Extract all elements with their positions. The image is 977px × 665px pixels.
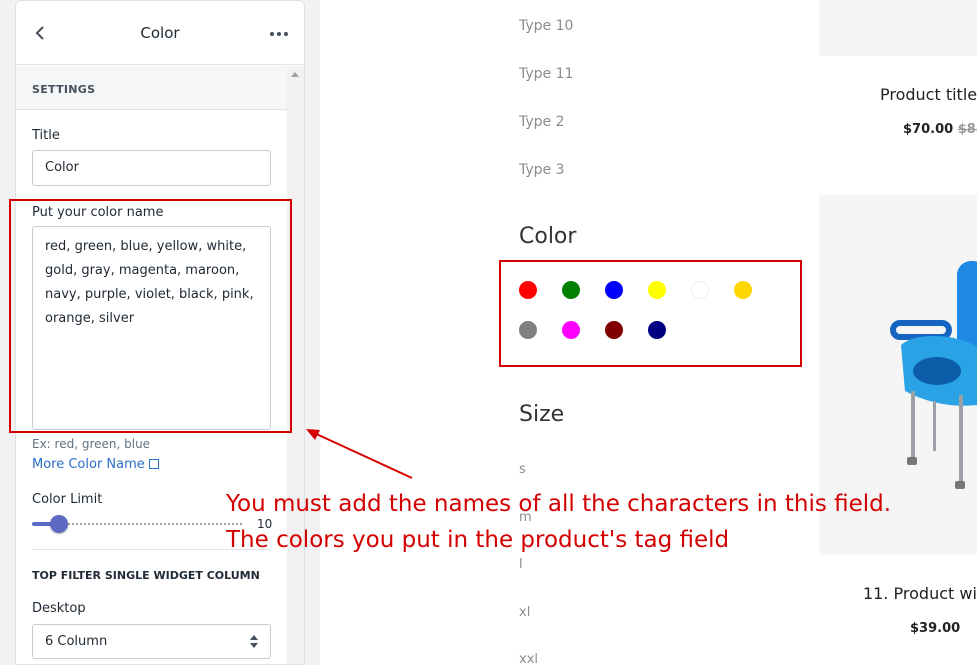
filter-size-item[interactable]: xxl: [519, 652, 538, 665]
external-link-icon: [148, 459, 159, 469]
section-title: SETTINGS: [32, 83, 96, 96]
annotation-arrow-icon: [306, 429, 413, 479]
color-name-hint: Ex: red, green, blue: [32, 437, 151, 451]
filter-size-item[interactable]: xl: [519, 605, 530, 620]
desktop-column-value: 6 Column: [45, 634, 108, 649]
product-price: $70.00 $85: [903, 122, 977, 137]
more-options-icon[interactable]: [270, 23, 290, 43]
panel-title: Color: [140, 24, 180, 42]
filter-type-item[interactable]: Type 10: [519, 18, 573, 34]
more-color-name-text: More Color Name: [32, 457, 145, 472]
filter-size-item[interactable]: l: [519, 557, 523, 572]
screen: Color SETTINGS Title Color Put your colo…: [0, 0, 977, 665]
color-limit-thumb[interactable]: [50, 515, 68, 533]
color-limit-label: Color Limit: [32, 492, 103, 507]
annotation-box-swatches: [499, 260, 802, 367]
annotation-box-color-field: [9, 199, 292, 433]
more-color-name-link[interactable]: More Color Name: [32, 457, 159, 472]
select-arrows-icon: [250, 635, 258, 649]
annotation-text-line2: The colors you put in the product's tag …: [226, 527, 730, 553]
price-compare: $85: [957, 122, 977, 137]
title-input[interactable]: Color: [32, 150, 271, 186]
panel-header: Color: [16, 1, 304, 65]
price-current: $70.00: [903, 122, 954, 137]
settings-section-header: SETTINGS: [16, 66, 288, 110]
top-filter-heading: TOP FILTER SINGLE WIDGET COLUMN: [32, 569, 260, 582]
product-title[interactable]: 11. Product wi: [863, 584, 977, 603]
product-price: $39.00: [910, 621, 961, 636]
filter-type-item[interactable]: Type 3: [519, 162, 565, 178]
size-filter-heading: Size: [519, 402, 565, 427]
desktop-column-select[interactable]: 6 Column: [32, 624, 271, 659]
filter-size-item[interactable]: s: [519, 462, 526, 477]
filter-type-item[interactable]: Type 11: [519, 66, 573, 82]
annotation-text-line1: You must add the names of all the charac…: [226, 491, 892, 517]
title-label: Title: [32, 128, 60, 143]
scroll-up-icon[interactable]: [291, 72, 299, 77]
color-filter-heading: Color: [519, 224, 577, 249]
product-title[interactable]: Product title: [880, 85, 977, 104]
product-image-top[interactable]: [819, 0, 977, 56]
desktop-label: Desktop: [32, 601, 86, 616]
filter-type-item[interactable]: Type 2: [519, 114, 565, 130]
